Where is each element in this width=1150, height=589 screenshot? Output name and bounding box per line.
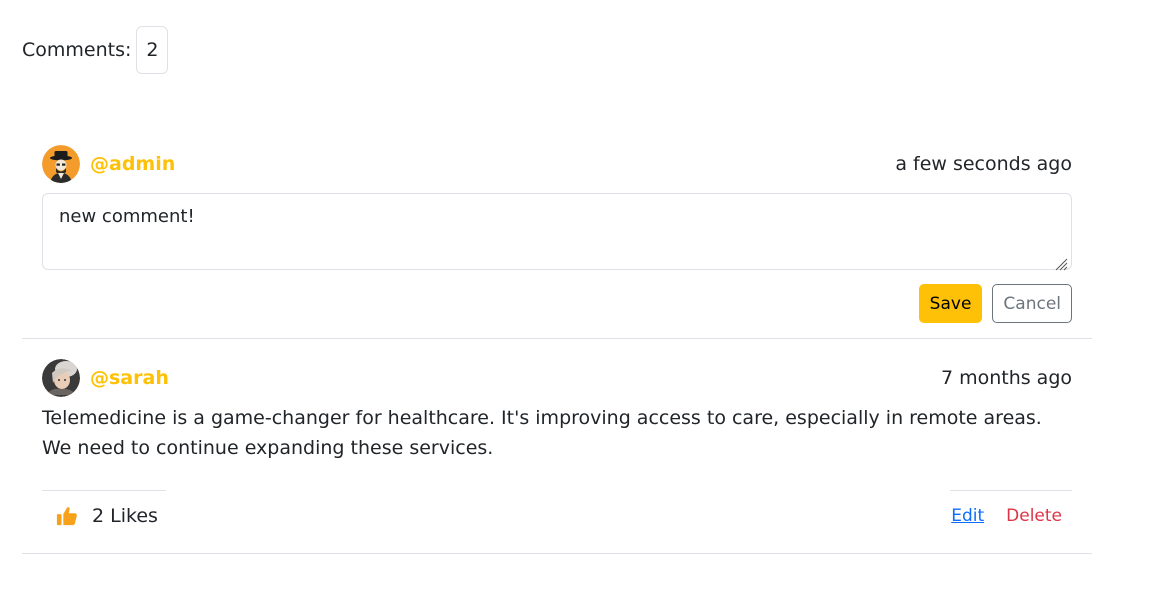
resize-grip-icon[interactable] [1054, 256, 1068, 271]
comment-divider [22, 553, 1092, 554]
likes: 2 Likes [42, 490, 166, 541]
thumbs-up-icon[interactable] [56, 505, 78, 527]
delete-link[interactable]: Delete [1006, 506, 1062, 526]
comment-count-badge: 2 [136, 26, 169, 74]
comment-editor-wrap: new comment! [42, 193, 1072, 274]
username[interactable]: @sarah [90, 367, 169, 389]
comment-timestamp: a few seconds ago [895, 153, 1072, 175]
comment-item: @sarah 7 months ago Telemedicine is a ga… [42, 359, 1072, 541]
cancel-button[interactable]: Cancel [992, 284, 1072, 323]
comment-text: Telemedicine is a game-changer for healt… [42, 407, 1042, 459]
comment-author: @sarah [42, 359, 169, 397]
comment-textarea[interactable]: new comment! [42, 193, 1072, 270]
avatar-admin-icon [42, 145, 80, 183]
comments-header: Comments: 2 [22, 26, 169, 74]
comment-meta: @admin a few seconds ago [42, 145, 1072, 183]
comments-label: Comments: [22, 39, 132, 61]
edit-link[interactable]: Edit [951, 506, 984, 526]
comment-edit-block: @admin a few seconds ago new comment! Sa… [42, 145, 1072, 323]
username[interactable]: @admin [90, 153, 175, 175]
comment-actions: Edit Delete [950, 490, 1072, 540]
comment-meta: @sarah 7 months ago [42, 359, 1072, 397]
comment-author: @admin [42, 145, 175, 183]
comment-divider [22, 338, 1092, 339]
avatar-sarah-icon [42, 359, 80, 397]
edit-actions: Save Cancel [42, 284, 1072, 323]
save-button[interactable]: Save [918, 284, 983, 323]
likes-count: 2 Likes [92, 505, 158, 527]
comment-footer: 2 Likes Edit Delete [42, 490, 1072, 541]
comment-timestamp: 7 months ago [940, 367, 1072, 389]
